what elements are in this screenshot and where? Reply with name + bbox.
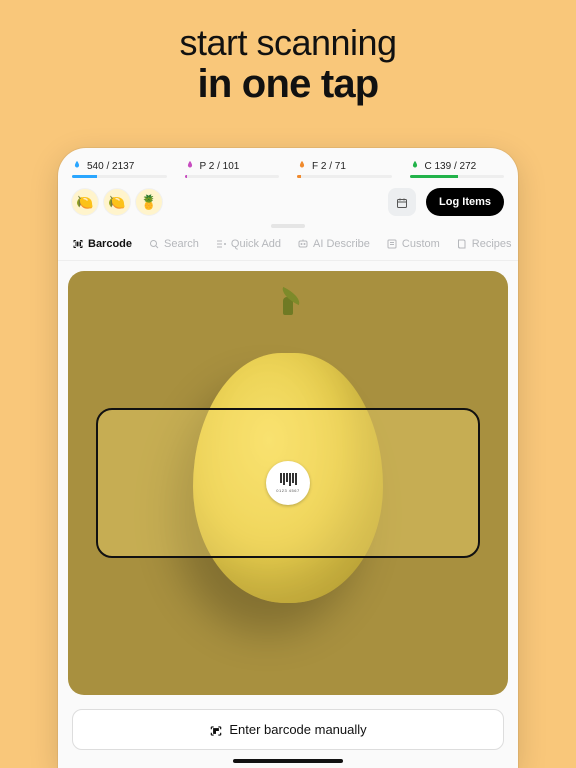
tab-aidescribe[interactable]: AI Describe <box>297 238 370 250</box>
macro-icon <box>72 160 84 172</box>
enter-barcode-manually-button[interactable]: Enter barcode manually <box>72 709 504 750</box>
recent-item-chip[interactable]: 🍍 <box>136 189 162 215</box>
home-indicator[interactable] <box>233 759 343 763</box>
tab-label: Barcode <box>88 238 132 250</box>
recent-item-chip[interactable]: 🍋 <box>104 189 130 215</box>
tab-quickadd[interactable]: Quick Add <box>215 238 281 250</box>
tabs-row: Barcode Search Quick Add AI Describe Custom R… <box>58 232 518 261</box>
drag-handle[interactable] <box>271 224 305 228</box>
tab-search[interactable]: Search <box>148 238 199 250</box>
hero-line-2: in one tap <box>179 62 396 107</box>
macro-value: 540 / 2137 <box>87 161 134 172</box>
macro-value: P 2 / 101 <box>200 161 240 172</box>
tab-label: Recipes <box>472 238 512 250</box>
tab-label: Custom <box>402 238 440 250</box>
aidescribe-icon <box>297 238 309 250</box>
tab-barcode[interactable]: Barcode <box>72 238 132 250</box>
calendar-button[interactable] <box>388 188 416 216</box>
barcode-number: 0123 4567 <box>276 488 299 493</box>
macro-icon <box>185 160 197 172</box>
macro-value: F 2 / 71 <box>312 161 346 172</box>
phone-frame: 540 / 2137 P 2 / 101 F 2 / 71 C 139 / 272 🍋… <box>58 148 518 768</box>
barcode-icon <box>280 473 297 486</box>
custom-icon <box>386 238 398 250</box>
search-icon <box>148 238 160 250</box>
macro-icon <box>297 160 309 172</box>
macro-stats-row: 540 / 2137 P 2 / 101 F 2 / 71 C 139 / 272 <box>58 148 518 184</box>
tab-recipes[interactable]: Recipes <box>456 238 512 250</box>
calendar-icon <box>396 196 408 208</box>
manual-button-label: Enter barcode manually <box>229 722 366 737</box>
recipes-icon <box>456 238 468 250</box>
hero-text: start scanning in one tap <box>179 22 396 107</box>
hero-line-1: start scanning <box>179 22 396 64</box>
tab-label: AI Describe <box>313 238 370 250</box>
barcode-sticker: 0123 4567 <box>266 461 310 505</box>
barcode-icon <box>209 724 221 736</box>
tab-label: Search <box>164 238 199 250</box>
macro-value: C 139 / 272 <box>425 161 477 172</box>
tab-label: Quick Add <box>231 238 281 250</box>
macro-icon <box>410 160 422 172</box>
log-items-button[interactable]: Log Items <box>426 188 504 216</box>
barcode-icon <box>72 238 84 250</box>
recent-item-chip[interactable]: 🍋 <box>72 189 98 215</box>
macro-stat: F 2 / 71 <box>297 160 392 178</box>
tab-custom[interactable]: Custom <box>386 238 440 250</box>
header-row: 🍋🍋🍍 Log Items <box>58 184 518 224</box>
macro-stat: 540 / 2137 <box>72 160 167 178</box>
macro-stat: C 139 / 272 <box>410 160 505 178</box>
quickadd-icon <box>215 238 227 250</box>
macro-stat: P 2 / 101 <box>185 160 280 178</box>
camera-viewport[interactable]: 0123 4567 <box>68 271 508 695</box>
